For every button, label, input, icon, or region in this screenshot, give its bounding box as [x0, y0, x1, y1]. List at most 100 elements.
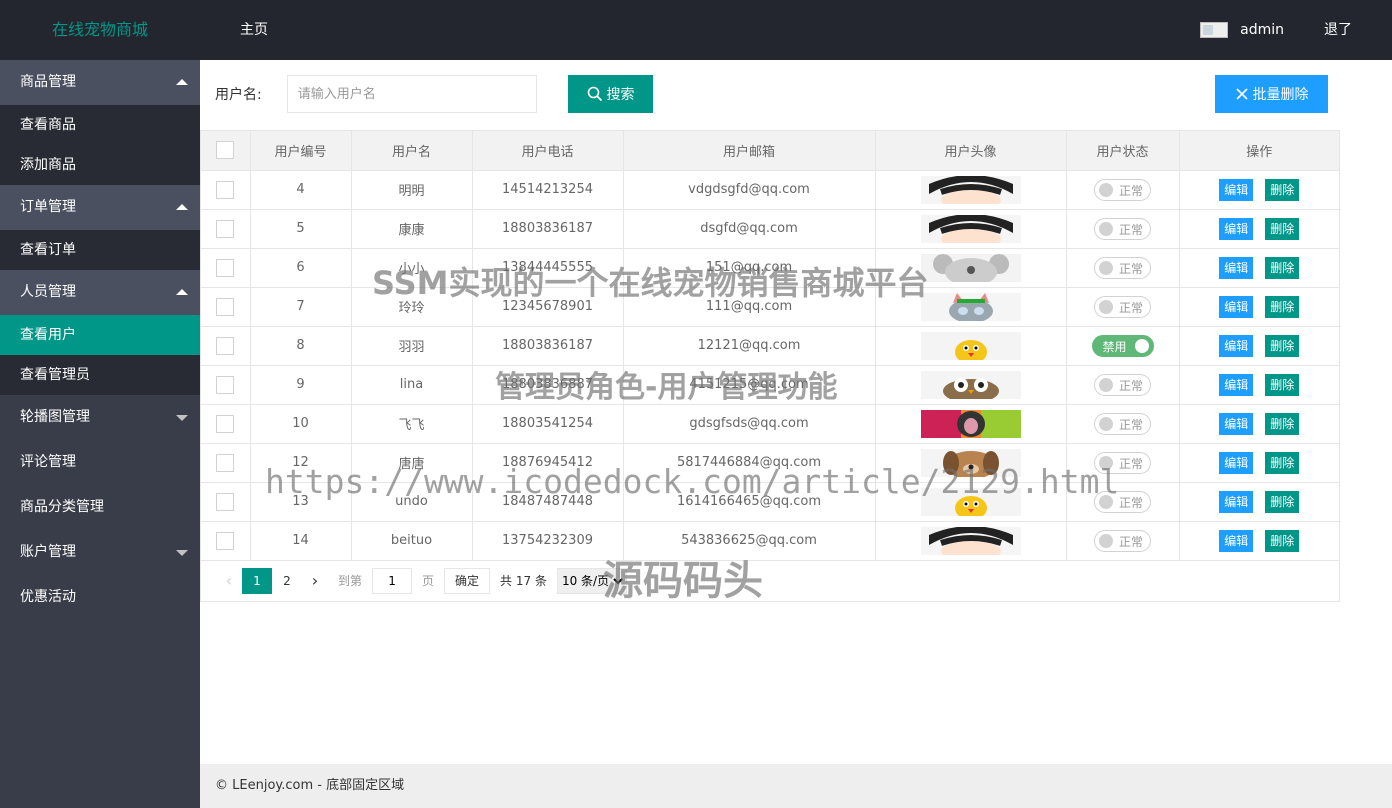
row-checkbox[interactable]	[216, 219, 235, 238]
status-toggle[interactable]: 正常	[1094, 217, 1151, 240]
cell-email: dsgfd@qq.com	[623, 209, 876, 249]
sidebar-item[interactable]: 查看用户	[0, 315, 200, 355]
toggle-knob	[1134, 338, 1149, 353]
cell-username: 飞飞	[351, 404, 473, 444]
delete-button[interactable]: 删除	[1265, 412, 1300, 435]
row-checkbox[interactable]	[216, 180, 235, 199]
sidebar-group[interactable]: 订单管理	[0, 185, 200, 230]
next-page-icon[interactable]: ›	[302, 571, 328, 590]
search-icon	[587, 86, 602, 102]
col-header-status: 用户状态	[1066, 131, 1180, 171]
delete-button[interactable]: 删除	[1265, 451, 1300, 474]
status-toggle[interactable]: 正常	[1094, 490, 1151, 513]
prev-page-icon[interactable]: ‹	[216, 571, 242, 590]
delete-button[interactable]: 删除	[1265, 295, 1300, 318]
cell-email: gdsgfsds@qq.com	[623, 404, 876, 444]
edit-button[interactable]: 编辑	[1219, 490, 1254, 513]
status-text: 正常	[1119, 378, 1144, 393]
edit-button[interactable]: 编辑	[1219, 451, 1254, 474]
batch-delete-button[interactable]: 批量删除	[1215, 75, 1328, 113]
sidebar-group[interactable]: 轮播图管理	[0, 395, 200, 440]
edit-button[interactable]: 编辑	[1219, 256, 1254, 279]
toggle-knob	[1099, 416, 1113, 431]
sidebar-group[interactable]: 评论管理	[0, 440, 200, 485]
cell-phone: 18803541254	[472, 404, 624, 444]
search-button[interactable]: 搜索	[568, 75, 653, 113]
girl-photo-icon	[920, 409, 1021, 438]
edit-button[interactable]: 编辑	[1219, 412, 1254, 435]
sidebar-item[interactable]: 查看商品	[0, 105, 200, 145]
row-checkbox[interactable]	[216, 336, 235, 355]
status-toggle[interactable]: 正常	[1094, 373, 1151, 396]
status-text: 正常	[1119, 183, 1144, 198]
cell-user-id: 13	[250, 482, 352, 522]
row-checkbox[interactable]	[216, 414, 235, 433]
page-2-button[interactable]: 2	[272, 568, 302, 594]
nav-home-link[interactable]: 主页	[240, 0, 268, 60]
table-row: 5 康康 18803836187 dsgfd@qq.com 正常 编辑 删除	[201, 209, 1339, 249]
col-header-name: 用户名	[351, 131, 473, 171]
edit-button[interactable]: 编辑	[1219, 178, 1254, 201]
logout-link[interactable]: 退了	[1324, 0, 1352, 60]
cell-email: 111@qq.com	[623, 287, 876, 327]
username-search-input[interactable]	[286, 75, 537, 113]
row-checkbox[interactable]	[216, 531, 235, 550]
page-1-button[interactable]: 1	[242, 567, 272, 594]
caret-down-icon	[176, 415, 188, 421]
row-checkbox[interactable]	[216, 375, 235, 394]
sidebar-group-label: 商品管理	[20, 74, 76, 90]
status-toggle[interactable]: 正常	[1094, 529, 1151, 552]
cell-email: 12121@qq.com	[623, 326, 876, 366]
app-logo[interactable]: 在线宠物商城	[0, 0, 200, 60]
edit-button[interactable]: 编辑	[1219, 334, 1254, 357]
status-toggle[interactable]: 正常	[1094, 295, 1151, 318]
edit-button[interactable]: 编辑	[1219, 529, 1254, 552]
sidebar-group[interactable]: 人员管理	[0, 270, 200, 315]
sidebar-item[interactable]: 添加商品	[0, 145, 200, 185]
status-toggle[interactable]: 正常	[1094, 451, 1151, 474]
status-toggle[interactable]: 正常	[1094, 256, 1151, 279]
status-toggle[interactable]: 禁用	[1091, 334, 1154, 357]
edit-button[interactable]: 编辑	[1219, 373, 1254, 396]
toggle-knob	[1099, 494, 1113, 509]
sidebar-group[interactable]: 账户管理	[0, 530, 200, 575]
cell-user-id: 12	[250, 443, 352, 483]
chick-icon	[920, 487, 1021, 516]
delete-button[interactable]: 删除	[1265, 334, 1300, 357]
cell-user-id: 8	[250, 326, 352, 366]
status-text: 正常	[1119, 417, 1144, 432]
goto-page-input[interactable]	[372, 567, 413, 594]
delete-button[interactable]: 删除	[1265, 490, 1300, 513]
delete-button[interactable]: 删除	[1265, 256, 1300, 279]
cat-icon	[920, 292, 1021, 321]
owl-icon	[920, 370, 1021, 399]
status-text: 正常	[1119, 456, 1144, 471]
sidebar-item[interactable]: 查看订单	[0, 230, 200, 270]
toggle-knob	[1099, 182, 1113, 197]
user-menu[interactable]: admin	[1200, 0, 1284, 60]
sidebar-group[interactable]: 商品分类管理	[0, 485, 200, 530]
edit-button[interactable]: 编辑	[1219, 295, 1254, 318]
sidebar-item[interactable]: 查看管理员	[0, 355, 200, 395]
edit-button[interactable]: 编辑	[1219, 217, 1254, 240]
row-checkbox[interactable]	[216, 492, 235, 511]
delete-button[interactable]: 删除	[1265, 178, 1300, 201]
delete-button[interactable]: 删除	[1265, 373, 1300, 396]
row-checkbox[interactable]	[216, 297, 235, 316]
goto-confirm-button[interactable]: 确定	[444, 567, 491, 594]
sidebar-group[interactable]: 商品管理	[0, 60, 200, 105]
status-toggle[interactable]: 正常	[1094, 412, 1151, 435]
row-checkbox[interactable]	[216, 453, 235, 472]
cell-username: lina	[351, 365, 473, 405]
main-content: 用户名: 搜索 批量删除 用户编号 用户名 用户电话 用户邮箱 用户头像 用户状…	[200, 60, 1392, 764]
col-header-avatar: 用户头像	[875, 131, 1067, 171]
delete-button[interactable]: 删除	[1265, 217, 1300, 240]
status-toggle[interactable]: 正常	[1094, 178, 1151, 201]
page-size-select[interactable]: 10 条/页	[556, 567, 627, 594]
delete-button[interactable]: 删除	[1265, 529, 1300, 552]
sidebar-group[interactable]: 优惠活动	[0, 575, 200, 620]
table-row: 7 玲玲 12345678901 111@qq.com 正常 编辑 删除	[201, 287, 1339, 327]
select-all-checkbox[interactable]	[216, 141, 235, 160]
cell-user-id: 9	[250, 365, 352, 405]
row-checkbox[interactable]	[216, 258, 235, 277]
